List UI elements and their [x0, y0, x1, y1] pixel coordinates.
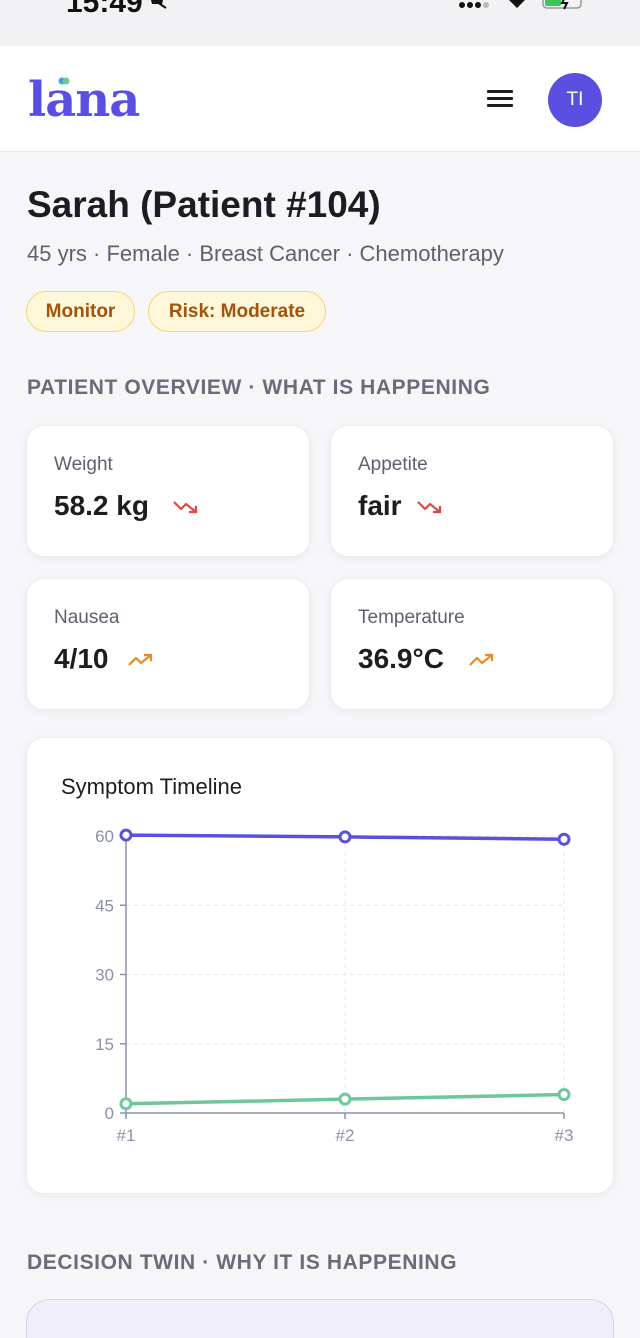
- series-point-1: [119, 1097, 133, 1111]
- x-tick-label: #1: [117, 1126, 136, 1145]
- logo-leaf-icon: [58, 77, 70, 85]
- y-tick-label: 30: [95, 966, 114, 985]
- trend-up-icon: [128, 653, 153, 666]
- y-tick-label: 0: [105, 1104, 114, 1123]
- hamburger-menu-icon[interactable]: [484, 86, 516, 114]
- symptom-timeline-chart: 0 15 30 45 60 #1 #2 #3: [95, 827, 574, 1145]
- battery-charging-icon: [542, 0, 582, 10]
- stat-label: Temperature: [358, 607, 465, 628]
- signal-icon: [459, 2, 489, 8]
- series-point-0: [557, 832, 571, 846]
- stat-card-weight[interactable]: Weight 58.2 kg: [26, 425, 310, 557]
- wifi-icon: [509, 0, 525, 8]
- series-point-1: [338, 1092, 352, 1106]
- user-avatar[interactable]: TI: [548, 73, 602, 127]
- stat-value: 58.2 kg: [54, 490, 149, 521]
- y-tick-label: 45: [95, 896, 114, 915]
- status-bar: 15:49: [0, 0, 640, 46]
- stat-value: 36.9°C: [358, 643, 444, 674]
- stat-card-nausea[interactable]: Nausea 4/10: [26, 578, 310, 710]
- stat-value: 4/10: [54, 643, 109, 674]
- stat-value: fair: [358, 490, 402, 521]
- stat-label: Appetite: [358, 454, 428, 475]
- stat-card-appetite[interactable]: Appetite fair: [330, 425, 614, 557]
- series-point-1: [557, 1088, 571, 1102]
- section-title-overview: PATIENT OVERVIEW · WHAT IS HAPPENING: [27, 376, 491, 399]
- stat-label: Weight: [54, 454, 113, 475]
- patient-name: Sarah (Patient #104): [27, 184, 381, 225]
- bell-muted-icon: [151, 0, 167, 9]
- status-badge-risk: Risk: Moderate: [148, 291, 326, 332]
- patient-meta: 45 yrs · Female · Breast Cancer · Chemot…: [27, 241, 504, 266]
- x-tick-label: #3: [555, 1126, 574, 1145]
- section-title-decision: DECISION TWIN · WHY IT IS HAPPENING: [27, 1251, 458, 1274]
- decision-twin-card[interactable]: [26, 1299, 614, 1338]
- series-point-0: [338, 830, 352, 844]
- lana-logo[interactable]: lana: [28, 72, 148, 128]
- app-header: lana TI: [0, 46, 640, 152]
- series-point-0: [119, 828, 133, 842]
- logo-text: lana: [28, 72, 140, 128]
- symptom-timeline-card: Symptom Timeline 0 15 30 45 60 #1 #2 #3: [26, 737, 614, 1194]
- status-badge-monitor: Monitor: [26, 291, 135, 332]
- trend-down-icon: [173, 501, 198, 514]
- status-time: 15:49: [66, 0, 143, 19]
- y-tick-label: 60: [95, 827, 114, 846]
- x-tick-label: #2: [336, 1126, 355, 1145]
- trend-up-icon: [469, 653, 494, 666]
- trend-down-icon: [417, 501, 442, 514]
- stat-card-temperature[interactable]: Temperature 36.9°C: [330, 578, 614, 710]
- y-tick-label: 15: [95, 1035, 114, 1054]
- stat-label: Nausea: [54, 607, 120, 628]
